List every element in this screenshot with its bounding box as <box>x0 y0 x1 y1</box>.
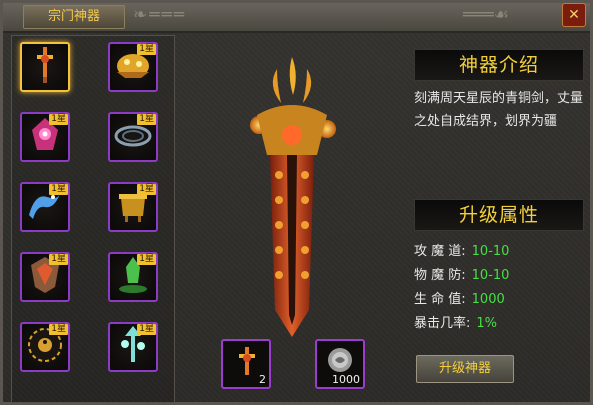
stat-label: 物 魔 防: <box>414 268 466 283</box>
artifact-list: 1星 1星 1星 1星 1星 1星 1星 1星 1星 <box>11 35 175 403</box>
stat-label: 暴击几率: <box>414 316 471 331</box>
material-count: 2 <box>259 373 266 386</box>
stat-label: 生 命 值: <box>414 292 466 307</box>
ring-icon <box>113 120 153 154</box>
material-slot-stone[interactable]: 1000 <box>315 339 365 389</box>
attributes-heading: 升级属性 <box>414 199 584 231</box>
sword-icon <box>33 45 57 89</box>
artifact-display: 2 1000 <box>175 35 407 401</box>
material-count: 1000 <box>332 373 360 386</box>
artifact-slot-bagua[interactable]: 1星 <box>20 322 70 372</box>
artifact-slot-warrior[interactable]: 1星 <box>108 252 158 302</box>
artifact-slot-beast[interactable]: 1星 <box>108 42 158 92</box>
stat-row: 生 命 值: 1000 <box>414 288 505 307</box>
stat-value: 1% <box>476 316 498 331</box>
sword-artwork <box>237 55 347 345</box>
title-bar: 宗门神器 ❧═══ ═══☙ ✕ <box>3 3 590 33</box>
level-badge: 1星 <box>137 324 156 335</box>
level-badge: 1星 <box>49 324 68 335</box>
stat-value: 10-10 <box>471 268 510 283</box>
level-badge: 1星 <box>137 44 156 55</box>
upgrade-artifact-button[interactable]: 升级神器 <box>416 355 514 383</box>
level-badge: 1星 <box>137 184 156 195</box>
stat-value: 10-10 <box>471 244 510 259</box>
stat-row: 攻 魔 道: 10-10 <box>414 240 509 259</box>
artifact-slot-ring[interactable]: 1星 <box>108 112 158 162</box>
intro-heading: 神器介绍 <box>414 49 584 81</box>
material-slot-sword[interactable]: 2 <box>221 339 271 389</box>
stat-value: 1000 <box>471 292 505 307</box>
intro-text: 刻满周天星辰的青铜剑，丈量之处自成结界，划界为疆 <box>414 91 584 129</box>
stat-label: 攻 魔 道: <box>414 244 466 259</box>
artifact-slot-spear[interactable]: 1星 <box>108 322 158 372</box>
artifact-slot-shield[interactable]: 1星 <box>20 252 70 302</box>
level-badge: 1星 <box>49 184 68 195</box>
info-panel: 神器介绍 刻满周天星辰的青铜剑，丈量之处自成结界，划界为疆 升级属性 攻 魔 道… <box>408 35 586 401</box>
level-badge: 1星 <box>137 114 156 125</box>
artifact-window: 宗门神器 ❧═══ ═══☙ ✕ 1星 1星 1星 1星 1星 1星 1星 1星… <box>0 0 593 405</box>
artifact-slot-sword[interactable] <box>20 42 70 92</box>
level-badge: 1星 <box>137 254 156 265</box>
artifact-slot-dragon[interactable]: 1星 <box>20 182 70 232</box>
level-badge: 1星 <box>49 254 68 265</box>
close-button[interactable]: ✕ <box>562 3 586 27</box>
stat-row: 暴击几率: 1% <box>414 312 497 331</box>
ornament-icon: ═══☙ <box>463 5 509 25</box>
artifact-slot-cauldron[interactable]: 1星 <box>108 182 158 232</box>
artifact-slot-lantern[interactable]: 1星 <box>20 112 70 162</box>
level-badge: 1星 <box>49 114 68 125</box>
stat-row: 物 魔 防: 10-10 <box>414 264 509 283</box>
sword-icon <box>236 345 258 387</box>
title-tab[interactable]: 宗门神器 <box>23 5 125 29</box>
ornament-icon: ❧═══ <box>133 5 186 25</box>
